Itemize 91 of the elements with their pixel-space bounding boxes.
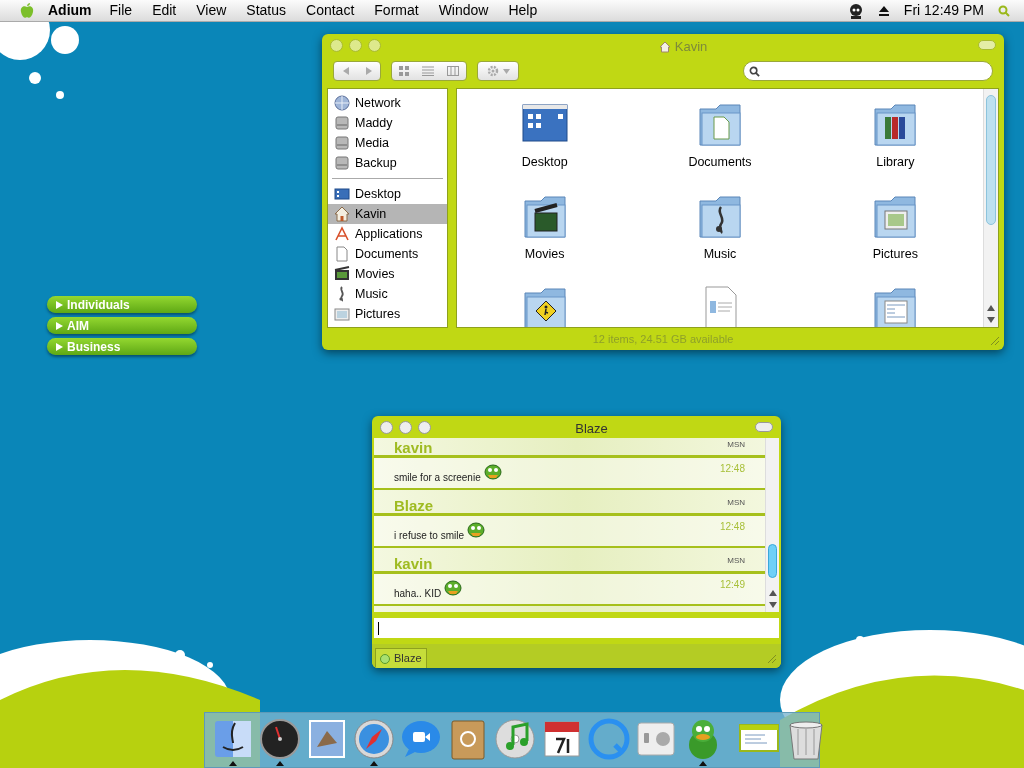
- list-view-icon[interactable]: [421, 66, 434, 76]
- scroll-down-icon[interactable]: [768, 602, 777, 608]
- robot-icon[interactable]: [847, 2, 864, 19]
- minimize-button[interactable]: [399, 420, 412, 434]
- file-label[interactable]: Desktop: [521, 153, 568, 172]
- gauge-icon[interactable]: [258, 717, 302, 761]
- column-view-icon[interactable]: [447, 66, 460, 76]
- menu-item[interactable]: Contact: [306, 0, 355, 21]
- sidebar-item[interactable]: Music: [328, 284, 447, 304]
- view-control[interactable]: [391, 61, 467, 81]
- globe-icon: [334, 95, 350, 111]
- chat-tab[interactable]: Blaze: [375, 648, 427, 668]
- desktop-icon: [334, 186, 350, 202]
- close-button[interactable]: [330, 38, 343, 52]
- service-label: MSN: [727, 555, 745, 567]
- sidebar-item[interactable]: Applications: [328, 224, 447, 244]
- picture-frame-icon: [334, 306, 350, 322]
- message-text: i refuse to smile: [394, 529, 465, 543]
- menu-item[interactable]: Window: [438, 0, 489, 21]
- window-title: Kavin: [674, 38, 708, 56]
- file-label[interactable]: Movies: [524, 245, 565, 264]
- clapboard-icon: [334, 266, 350, 282]
- gear-icon: [486, 65, 499, 77]
- search-icon[interactable]: [998, 4, 1010, 17]
- collapsed-triangle-icon: [56, 300, 63, 309]
- eject-icon[interactable]: [877, 4, 890, 17]
- collapsed-triangle-icon: [56, 342, 63, 351]
- app-letter-icon: [334, 226, 350, 242]
- menu-item[interactable]: Help: [508, 0, 538, 21]
- collapsed-triangle-icon: [56, 321, 63, 330]
- scroll-up-icon[interactable]: [768, 590, 777, 596]
- file-label[interactable]: Pictures: [872, 245, 918, 264]
- search-icon: [749, 65, 760, 77]
- close-button[interactable]: [380, 420, 393, 434]
- frog-emoticon-icon: [444, 579, 463, 597]
- minimize-button[interactable]: [349, 38, 362, 52]
- menu-item[interactable]: Status: [246, 0, 287, 21]
- resize-grip-icon[interactable]: [767, 654, 777, 664]
- zoom-button[interactable]: [418, 420, 431, 434]
- document-icon: [334, 246, 350, 262]
- sidebar-item[interactable]: Media: [328, 133, 447, 153]
- sidebar-item[interactable]: Documents: [328, 244, 447, 264]
- scroll-thumb[interactable]: [986, 95, 996, 225]
- toolbar-toggle-button[interactable]: [755, 422, 773, 432]
- service-label: MSN: [727, 439, 745, 451]
- apple-icon[interactable]: [20, 2, 34, 19]
- message-text: smile for a screenie: [394, 471, 481, 485]
- message-time: 12:49: [719, 578, 745, 592]
- frog-emoticon-icon: [467, 521, 486, 539]
- toolbar-toggle-button[interactable]: [978, 40, 996, 50]
- message-time: 12:48: [719, 520, 745, 534]
- file-label[interactable]: Library: [876, 153, 915, 172]
- sender-name: kavin: [394, 555, 433, 573]
- compass-icon[interactable]: [352, 717, 396, 761]
- menu-item[interactable]: View: [196, 0, 227, 21]
- house-icon: [658, 40, 671, 53]
- sidebar-item[interactable]: Pictures: [328, 304, 447, 324]
- scroll-down-icon[interactable]: [987, 317, 995, 323]
- house-icon: [334, 206, 350, 222]
- text-cursor: [378, 621, 379, 635]
- sender-name: kavin: [394, 439, 433, 457]
- zoom-button[interactable]: [368, 38, 381, 52]
- menu-clock[interactable]: Fri 12:49 PM: [903, 0, 984, 21]
- sidebar-item[interactable]: Movies: [328, 264, 447, 284]
- sender-name: Blaze: [394, 497, 434, 515]
- sidebar-item[interactable]: Kavin: [328, 204, 447, 224]
- scroll-up-icon[interactable]: [987, 305, 995, 311]
- action-menu-button[interactable]: [477, 61, 519, 81]
- message-input[interactable]: [374, 618, 779, 638]
- message-text: haha.. KID: [394, 587, 442, 601]
- icon-view-icon[interactable]: [398, 66, 409, 76]
- forward-icon[interactable]: [363, 66, 374, 76]
- menu-item[interactable]: File: [109, 0, 133, 21]
- sidebar-item[interactable]: Maddy: [328, 113, 447, 133]
- window-title: Blaze: [574, 420, 609, 438]
- file-label[interactable]: Documents: [688, 153, 752, 172]
- file-label[interactable]: Music: [703, 245, 737, 264]
- sidebar-item[interactable]: Desktop: [328, 184, 447, 204]
- resize-grip-icon[interactable]: [990, 336, 1000, 346]
- app-menu[interactable]: Adium: [48, 0, 92, 21]
- menu-item[interactable]: Format: [374, 0, 419, 21]
- caret-icon: [502, 68, 510, 74]
- menu-item[interactable]: Edit: [152, 0, 177, 21]
- back-forward-control[interactable]: [333, 61, 381, 81]
- scroll-thumb[interactable]: [768, 544, 777, 578]
- frog-emoticon-icon: [483, 463, 502, 481]
- sidebar-item[interactable]: Network: [328, 93, 447, 113]
- service-label: MSN: [727, 497, 745, 509]
- sidebar-item[interactable]: Backup: [328, 153, 447, 173]
- search-field[interactable]: [743, 61, 993, 81]
- message-time: 12:48: [719, 462, 745, 476]
